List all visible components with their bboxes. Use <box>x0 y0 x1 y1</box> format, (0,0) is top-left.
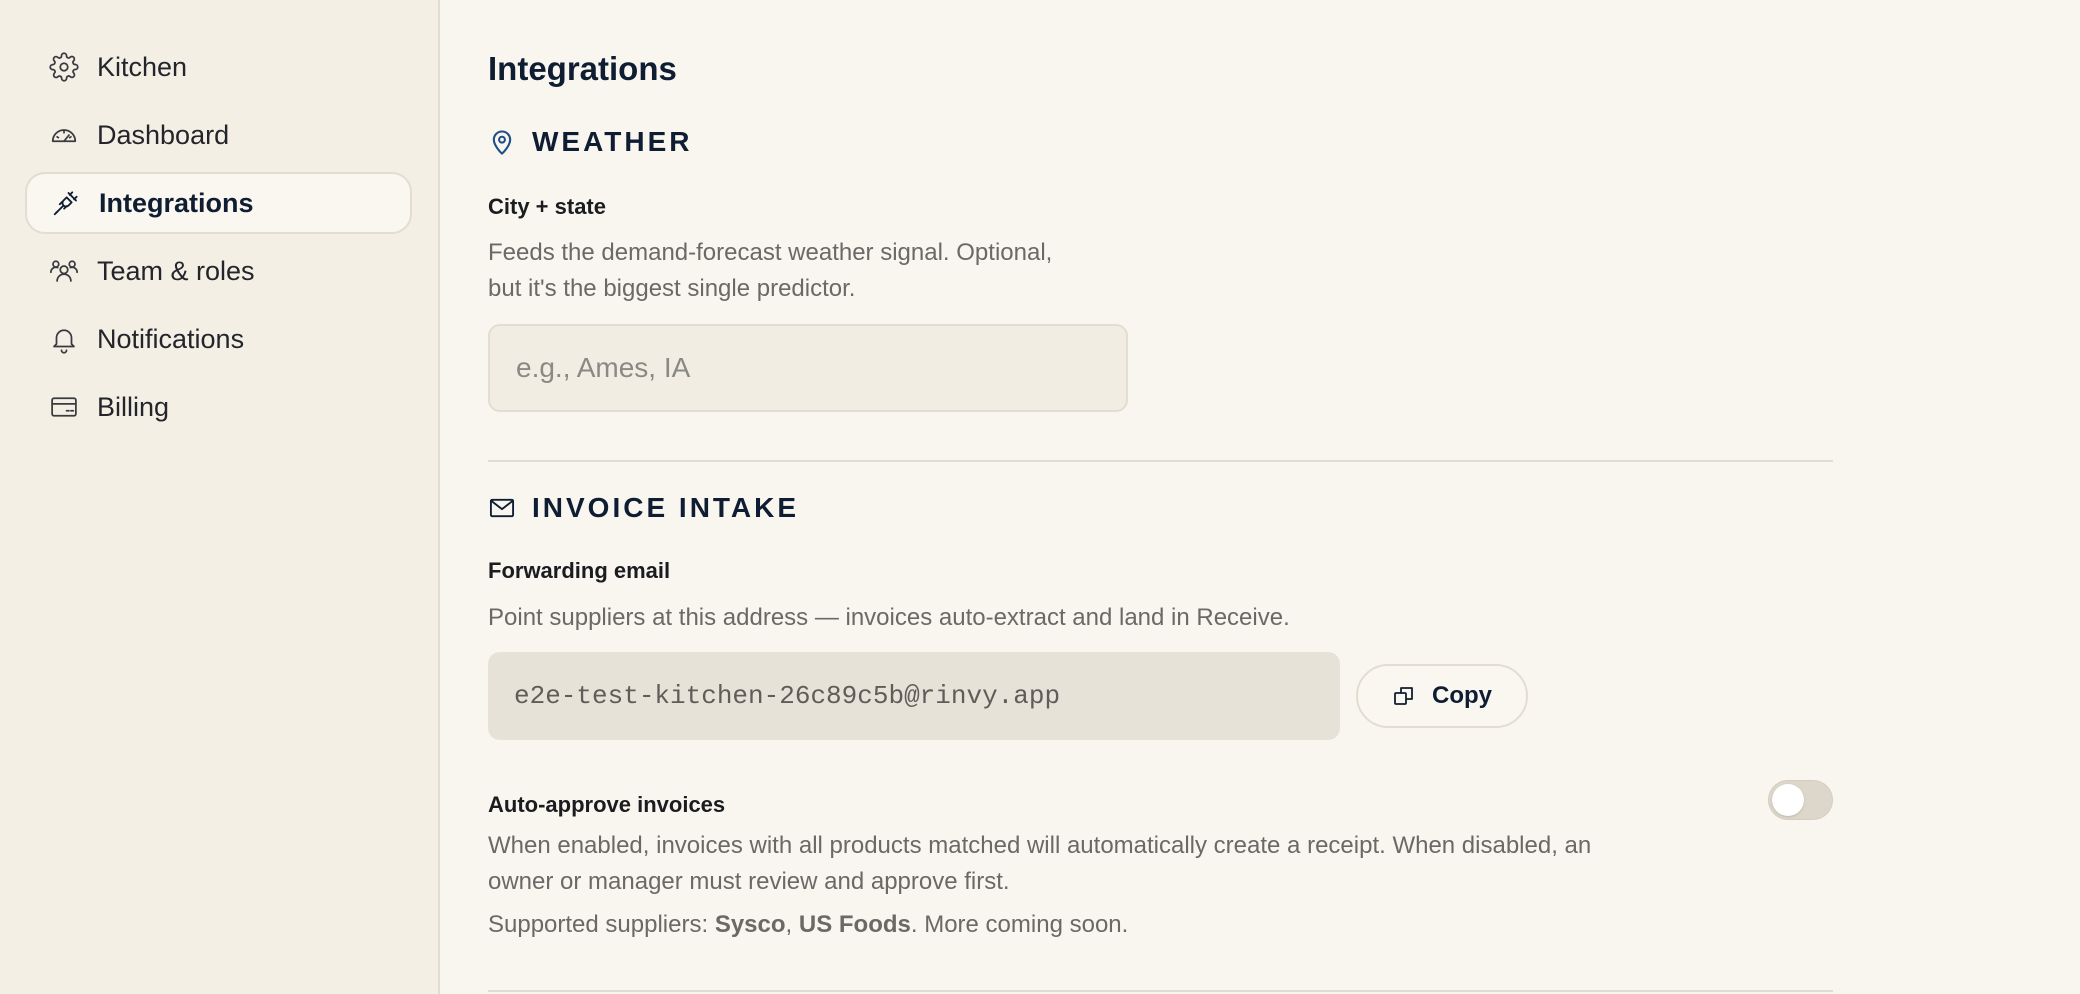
invoice-heading-text: INVOICE INTAKE <box>532 492 800 523</box>
city-state-input[interactable] <box>488 324 1128 412</box>
sidebar-item-integrations[interactable]: Integrations <box>25 172 412 234</box>
weather-help-text: Feeds the demand-forecast weather signal… <box>488 235 1052 307</box>
auto-approve-help-line-1: When enabled, invoices with all products… <box>488 832 1592 859</box>
page-title: Integrations <box>488 50 677 87</box>
sidebar-item-label: Team & roles <box>97 255 255 286</box>
section-divider <box>488 460 1833 462</box>
auto-approve-help: When enabled, invoices with all products… <box>488 828 1591 900</box>
section-divider-bottom <box>488 990 1833 992</box>
users-icon <box>49 256 79 286</box>
forwarding-email-help: Point suppliers at this address — invoic… <box>488 604 1290 631</box>
forwarding-email-text: e2e-test-kitchen-26c89c5b@rinvy.app <box>514 681 1061 711</box>
sidebar-item-billing[interactable]: Billing <box>25 376 412 438</box>
sidebar-item-label: Notifications <box>97 323 245 354</box>
sidebar-item-label: Kitchen <box>97 51 188 82</box>
copy-icon <box>1392 684 1416 708</box>
sidebar-item-label: Dashboard <box>97 119 230 150</box>
forwarding-email-value[interactable]: e2e-test-kitchen-26c89c5b@rinvy.app <box>488 652 1340 740</box>
weather-help-line-2: but it's the biggest single predictor. <box>488 275 856 302</box>
plug-icon <box>51 188 81 218</box>
sidebar-item-kitchen[interactable]: Kitchen <box>25 36 412 98</box>
suppliers-suffix: . More coming soon. <box>910 911 1129 938</box>
supplier-sysco: Sysco <box>714 911 786 938</box>
suppliers-separator: , <box>785 911 799 938</box>
sidebar-item-notifications[interactable]: Notifications <box>25 308 412 370</box>
forwarding-email-label: Forwarding email <box>488 558 671 583</box>
suppliers-prefix: Supported suppliers: <box>488 911 715 938</box>
sidebar-item-label: Billing <box>97 391 170 422</box>
weather-help-line-1: Feeds the demand-forecast weather signal… <box>488 239 1053 266</box>
toggle-knob <box>1772 784 1804 816</box>
invoice-section-heading: INVOICE INTAKE <box>488 492 799 524</box>
map-pin-icon <box>488 128 516 156</box>
credit-card-icon <box>49 392 79 422</box>
gear-icon <box>49 52 79 82</box>
auto-approve-toggle[interactable] <box>1768 780 1833 820</box>
supplier-us-foods: US Foods <box>798 911 911 938</box>
weather-heading-text: WEATHER <box>532 126 693 157</box>
sidebar-item-team-roles[interactable]: Team & roles <box>25 240 412 302</box>
bell-icon <box>49 324 79 354</box>
copy-button-label: Copy <box>1432 682 1492 709</box>
auto-approve-label: Auto-approve invoices <box>488 792 726 817</box>
sidebar-item-dashboard[interactable]: Dashboard <box>25 104 412 166</box>
mail-icon <box>488 494 516 522</box>
auto-approve-help-line-2: owner or manager must review and approve… <box>488 868 1010 895</box>
supported-suppliers-text: Supported suppliers: Sysco, US Foods. Mo… <box>488 907 1128 943</box>
sidebar: Kitchen Dashboard Integrations Team & ro… <box>0 0 440 994</box>
copy-button[interactable]: Copy <box>1356 664 1528 728</box>
city-state-label: City + state <box>488 194 606 219</box>
gauge-icon <box>49 120 79 150</box>
weather-section-heading: WEATHER <box>488 126 692 158</box>
sidebar-item-label: Integrations <box>99 187 254 218</box>
